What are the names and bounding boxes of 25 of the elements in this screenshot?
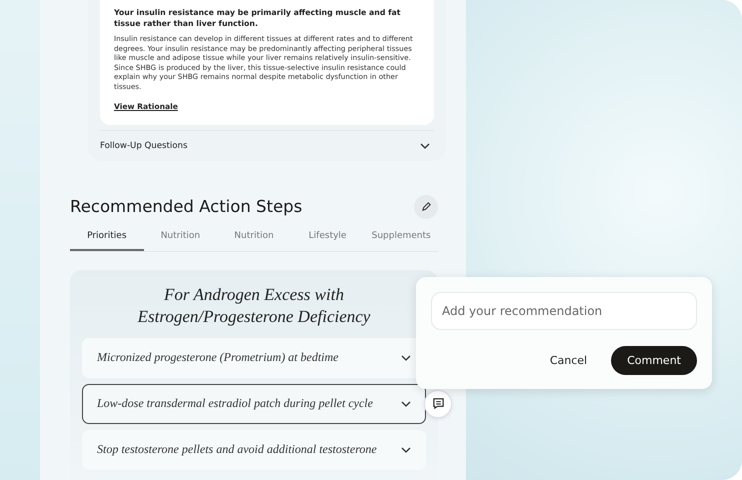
comment-button[interactable] <box>424 390 452 418</box>
action-item-label: Low-dose transdermal estradiol patch during pellet cycle <box>97 396 373 412</box>
plan-title: For Androgen Excess with Estrogen/Progesterone Deficiency <box>136 284 372 328</box>
tab[interactable]: Supplements <box>364 224 438 251</box>
pencil-icon <box>420 201 432 212</box>
action-item[interactable]: Low-dose transdermal estradiol patch during pellet cycle <box>82 384 426 424</box>
action-item-label: Stop testosterone pellets and avoid additional testosterone <box>97 442 377 458</box>
action-item[interactable]: Stop testosterone pellets and avoid additional testosterone <box>82 430 426 470</box>
action-item-label: Micronized progesterone (Prometrium) at bedtime <box>97 350 339 366</box>
tab[interactable]: Lifestyle <box>290 224 364 251</box>
comment-icon <box>432 397 444 410</box>
tab[interactable]: Priorities <box>70 224 144 251</box>
follow-up-row[interactable]: Follow-Up Questions <box>100 130 434 155</box>
tab[interactable]: Nutrition <box>217 224 291 251</box>
follow-up-label: Follow-Up Questions <box>100 140 188 151</box>
chevron-icon <box>401 446 411 453</box>
cancel-button[interactable]: Cancel <box>536 346 602 375</box>
chevron-icon <box>420 142 430 149</box>
tab[interactable]: Nutrition <box>144 224 218 251</box>
chevron-icon <box>401 400 411 407</box>
edit-button[interactable] <box>414 194 438 219</box>
comment-submit-button[interactable]: Comment <box>611 346 697 375</box>
recommendation-input[interactable]: Add your recommendation <box>431 292 697 330</box>
chevron-icon <box>401 354 411 361</box>
section-title: Recommended Action Steps <box>70 197 302 216</box>
